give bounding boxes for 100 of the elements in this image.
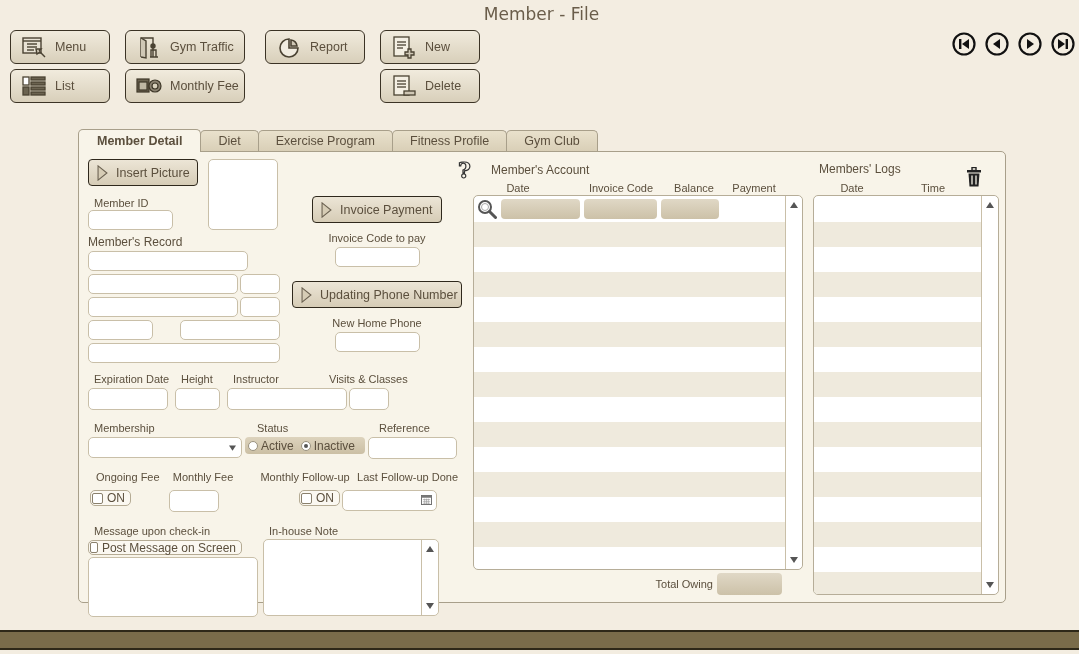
list-row[interactable] [474, 421, 785, 447]
reference-field[interactable] [368, 437, 457, 459]
toolbar-button[interactable]: New [380, 30, 480, 64]
list-row[interactable] [474, 321, 785, 347]
scroll-up-icon[interactable] [790, 201, 798, 208]
play-icon [321, 201, 332, 218]
tab[interactable]: Exercise Program [257, 130, 394, 151]
help-icon[interactable]: ? [458, 159, 475, 181]
first-record-icon[interactable] [952, 32, 976, 56]
scroll-up-icon[interactable] [426, 546, 434, 552]
text-field[interactable] [88, 251, 248, 271]
invoice-code-label: Invoice Code to pay [328, 232, 426, 245]
message-label: Message upon check-in [93, 525, 212, 538]
text-field[interactable] [88, 297, 238, 317]
tab[interactable]: Gym Club [506, 130, 598, 151]
update-phone-button[interactable]: Updating Phone Number [292, 281, 462, 308]
in-house-note-field[interactable] [263, 539, 439, 616]
new-home-phone-field[interactable] [334, 332, 420, 352]
status-radio[interactable]: Active [248, 438, 294, 453]
invoice-payment-button[interactable]: Invoice Payment [312, 196, 442, 223]
list-row[interactable] [474, 471, 785, 497]
member-id-field[interactable] [88, 210, 173, 230]
list-row[interactable] [814, 371, 981, 397]
text-field[interactable] [88, 320, 153, 340]
membership-dropdown[interactable] [88, 437, 242, 458]
column-header: Date [506, 182, 530, 194]
list-row[interactable] [814, 221, 981, 247]
column-header: Payment [732, 182, 776, 194]
scroll-down-icon[interactable] [790, 557, 798, 563]
list-row[interactable] [814, 321, 981, 347]
date-filter-field[interactable] [501, 199, 580, 220]
toolbar-button[interactable]: Menu [10, 30, 110, 64]
text-field[interactable] [88, 343, 280, 363]
column-header: Balance [674, 182, 714, 194]
instructor-label: Instructor [233, 373, 280, 386]
tab[interactable]: Diet [200, 130, 259, 151]
monthly-fee-label: Monthly Fee [172, 471, 235, 484]
message-field[interactable] [88, 557, 258, 617]
scrollbar[interactable] [981, 195, 998, 594]
previous-record-icon[interactable] [985, 32, 1009, 56]
trash-icon[interactable] [967, 167, 981, 187]
toolbar-button[interactable]: Delete [380, 69, 480, 103]
invoice-code-filter-field[interactable] [584, 199, 657, 220]
instructor-field[interactable] [227, 388, 347, 410]
toolbar-button[interactable]: Monthly Fee [125, 69, 245, 103]
text-field[interactable] [180, 320, 280, 340]
picture-placeholder [208, 159, 278, 230]
new-home-phone-label: New Home Phone [332, 317, 422, 330]
list-row[interactable] [814, 571, 981, 594]
list-row[interactable] [474, 521, 785, 547]
list-icon [21, 74, 47, 98]
list-row[interactable] [814, 521, 981, 547]
insert-picture-button[interactable]: Insert Picture [88, 159, 198, 186]
visits-classes-field[interactable] [349, 388, 389, 410]
list-row[interactable] [474, 271, 785, 297]
last-record-icon[interactable] [1051, 32, 1075, 56]
next-record-icon[interactable] [1018, 32, 1042, 56]
text-field[interactable] [88, 274, 238, 294]
scroll-down-icon[interactable] [986, 582, 994, 588]
ongoing-fee-label: Ongoing Fee [95, 471, 161, 484]
height-field[interactable] [175, 388, 220, 410]
last-follow-up-field[interactable] [342, 490, 437, 511]
list-row[interactable] [814, 471, 981, 497]
scroll-up-icon[interactable] [986, 201, 994, 208]
tab[interactable]: Fitness Profile [392, 130, 508, 151]
list-row[interactable] [474, 371, 785, 397]
play-icon [97, 164, 108, 181]
tab[interactable]: Member Detail [78, 129, 202, 152]
balance-filter-field[interactable] [661, 199, 719, 220]
ongoing-fee-checkbox[interactable]: ON [90, 490, 131, 506]
reference-label: Reference [379, 422, 430, 435]
status-label: Status [257, 422, 290, 435]
membership-label: Membership [93, 422, 156, 435]
column-header: Invoice Code [588, 182, 654, 194]
radio-icon[interactable] [300, 440, 311, 451]
invoice-code-field[interactable] [334, 247, 420, 267]
post-message-checkbox[interactable]: Post Message on Screen [88, 540, 242, 555]
expiration-date-label: Expiration Date [93, 373, 171, 386]
toolbar-button[interactable]: Report [265, 30, 365, 64]
search-icon[interactable] [477, 199, 497, 220]
text-field[interactable] [240, 274, 280, 294]
list-row[interactable] [814, 271, 981, 297]
total-owing-field [717, 573, 782, 595]
monthly-fee-field[interactable] [169, 490, 219, 512]
total-owing-label: Total Owing [655, 577, 713, 591]
monthly-follow-up-checkbox[interactable]: ON [299, 490, 340, 506]
account-title: Member's Account [491, 163, 590, 177]
scrollbar[interactable] [785, 195, 802, 569]
dropdown-arrow-icon [229, 445, 236, 451]
expiration-date-field[interactable] [88, 388, 168, 410]
scrollbar[interactable] [421, 540, 438, 615]
visits-classes-label: Visits & Classes [329, 373, 408, 386]
text-field[interactable] [240, 297, 280, 317]
list-row[interactable] [814, 421, 981, 447]
toolbar-button[interactable]: List [10, 69, 110, 103]
toolbar-button[interactable]: Gym Traffic [125, 30, 245, 64]
members-record-label: Member's Record [88, 236, 184, 249]
document-plus-icon [391, 35, 417, 59]
radio-icon[interactable] [248, 440, 258, 451]
status-radio[interactable]: Inactive [300, 438, 356, 453]
